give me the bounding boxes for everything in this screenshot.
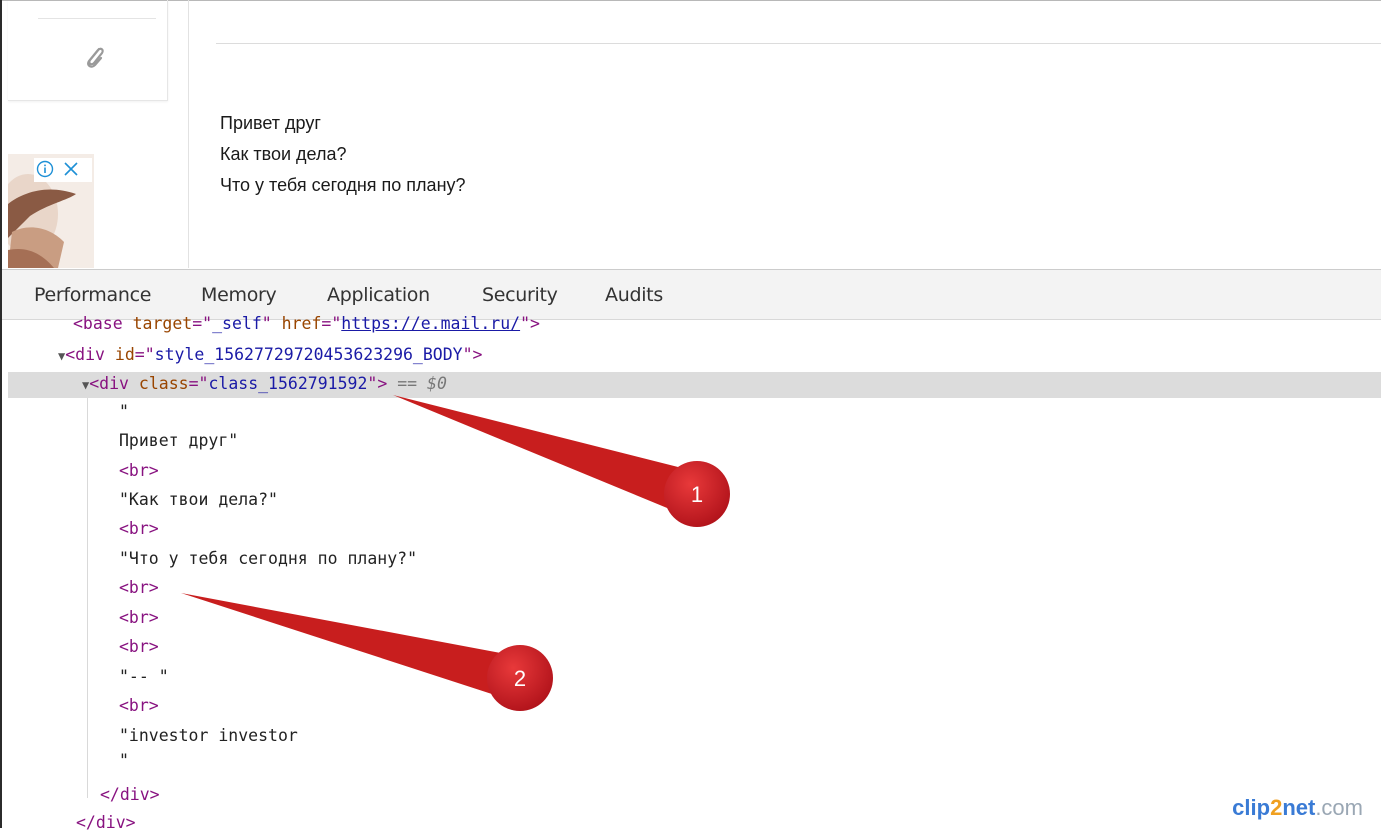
tag-open: <base — [73, 314, 133, 333]
email-header-divider — [216, 43, 1381, 44]
attr-value: style_15627729720453623296_BODY — [154, 345, 463, 364]
href-link[interactable]: https://e.mail.ru/ — [341, 314, 520, 333]
tab-audits[interactable]: Audits — [605, 284, 663, 306]
email-body: Привет друг Как твои дела? Что у тебя се… — [220, 108, 466, 201]
br-node[interactable]: <br> — [119, 691, 159, 720]
text-node[interactable]: "Как твои дела?" — [119, 485, 278, 514]
clip2net-watermark: clip2net.com — [1232, 795, 1363, 821]
tab-memory[interactable]: Memory — [201, 284, 277, 306]
text-node[interactable]: "Что у тебя сегодня по плану?" — [119, 544, 417, 573]
text-node[interactable]: "-- " — [119, 662, 169, 691]
window-top-border — [0, 0, 1381, 1]
email-line: Привет друг — [220, 113, 321, 133]
text-node[interactable]: Привет друг" — [119, 426, 238, 455]
tag-close: > — [472, 345, 483, 364]
email-line: Как твои дела? — [220, 144, 347, 164]
watermark-part: clip — [1232, 795, 1271, 820]
text-node[interactable]: " — [119, 746, 129, 775]
tab-security[interactable]: Security — [482, 284, 558, 306]
tag-open: <div — [89, 374, 139, 393]
tag-close: > — [377, 374, 388, 393]
br-node[interactable]: <br> — [119, 603, 159, 632]
div-class-line[interactable]: ▼<div class="class_1562791592"> == $0 — [82, 369, 447, 398]
base-tag-line[interactable]: <base target="_self" href="https://e.mai… — [73, 309, 540, 338]
tab-performance[interactable]: Performance — [34, 284, 151, 306]
br-node[interactable]: <br> — [119, 573, 159, 602]
tab-application[interactable]: Application — [327, 284, 430, 306]
br-node[interactable]: <br> — [119, 632, 159, 661]
attr-name: id — [114, 345, 135, 364]
attr-eq: =" — [192, 314, 213, 333]
attr-name: target — [132, 314, 193, 333]
text-node[interactable]: "investor investor — [119, 721, 298, 750]
tag-open: <div — [65, 345, 115, 364]
divider — [38, 18, 156, 19]
watermark-part: .com — [1315, 795, 1363, 820]
close-tag-line[interactable]: </div> — [100, 780, 160, 809]
email-column-separator — [188, 0, 189, 268]
paperclip-icon[interactable] — [82, 43, 108, 71]
attr-value: class_1562791592 — [208, 374, 368, 393]
watermark-part: net — [1282, 795, 1316, 820]
close-tag-line[interactable]: </div> — [76, 808, 136, 837]
text-node[interactable]: " — [119, 397, 129, 426]
attr-quote: " — [261, 314, 282, 333]
div-body-line[interactable]: ▼<div id="style_15627729720453623296_BOD… — [58, 340, 482, 369]
attr-name: class — [138, 374, 189, 393]
watermark-part: 2 — [1270, 795, 1283, 820]
attr-value: _self — [212, 314, 262, 333]
br-node[interactable]: <br> — [119, 514, 159, 543]
br-node[interactable]: <br> — [119, 456, 159, 485]
elements-tree: <base target="_self" href="https://e.mai… — [0, 314, 1381, 832]
selected-marker: == $0 — [387, 374, 447, 393]
close-icon[interactable] — [62, 160, 80, 178]
info-icon[interactable] — [36, 160, 54, 178]
attr-name: href — [281, 314, 322, 333]
tag-close: > — [530, 314, 540, 333]
email-line: Что у тебя сегодня по плану? — [220, 175, 466, 195]
